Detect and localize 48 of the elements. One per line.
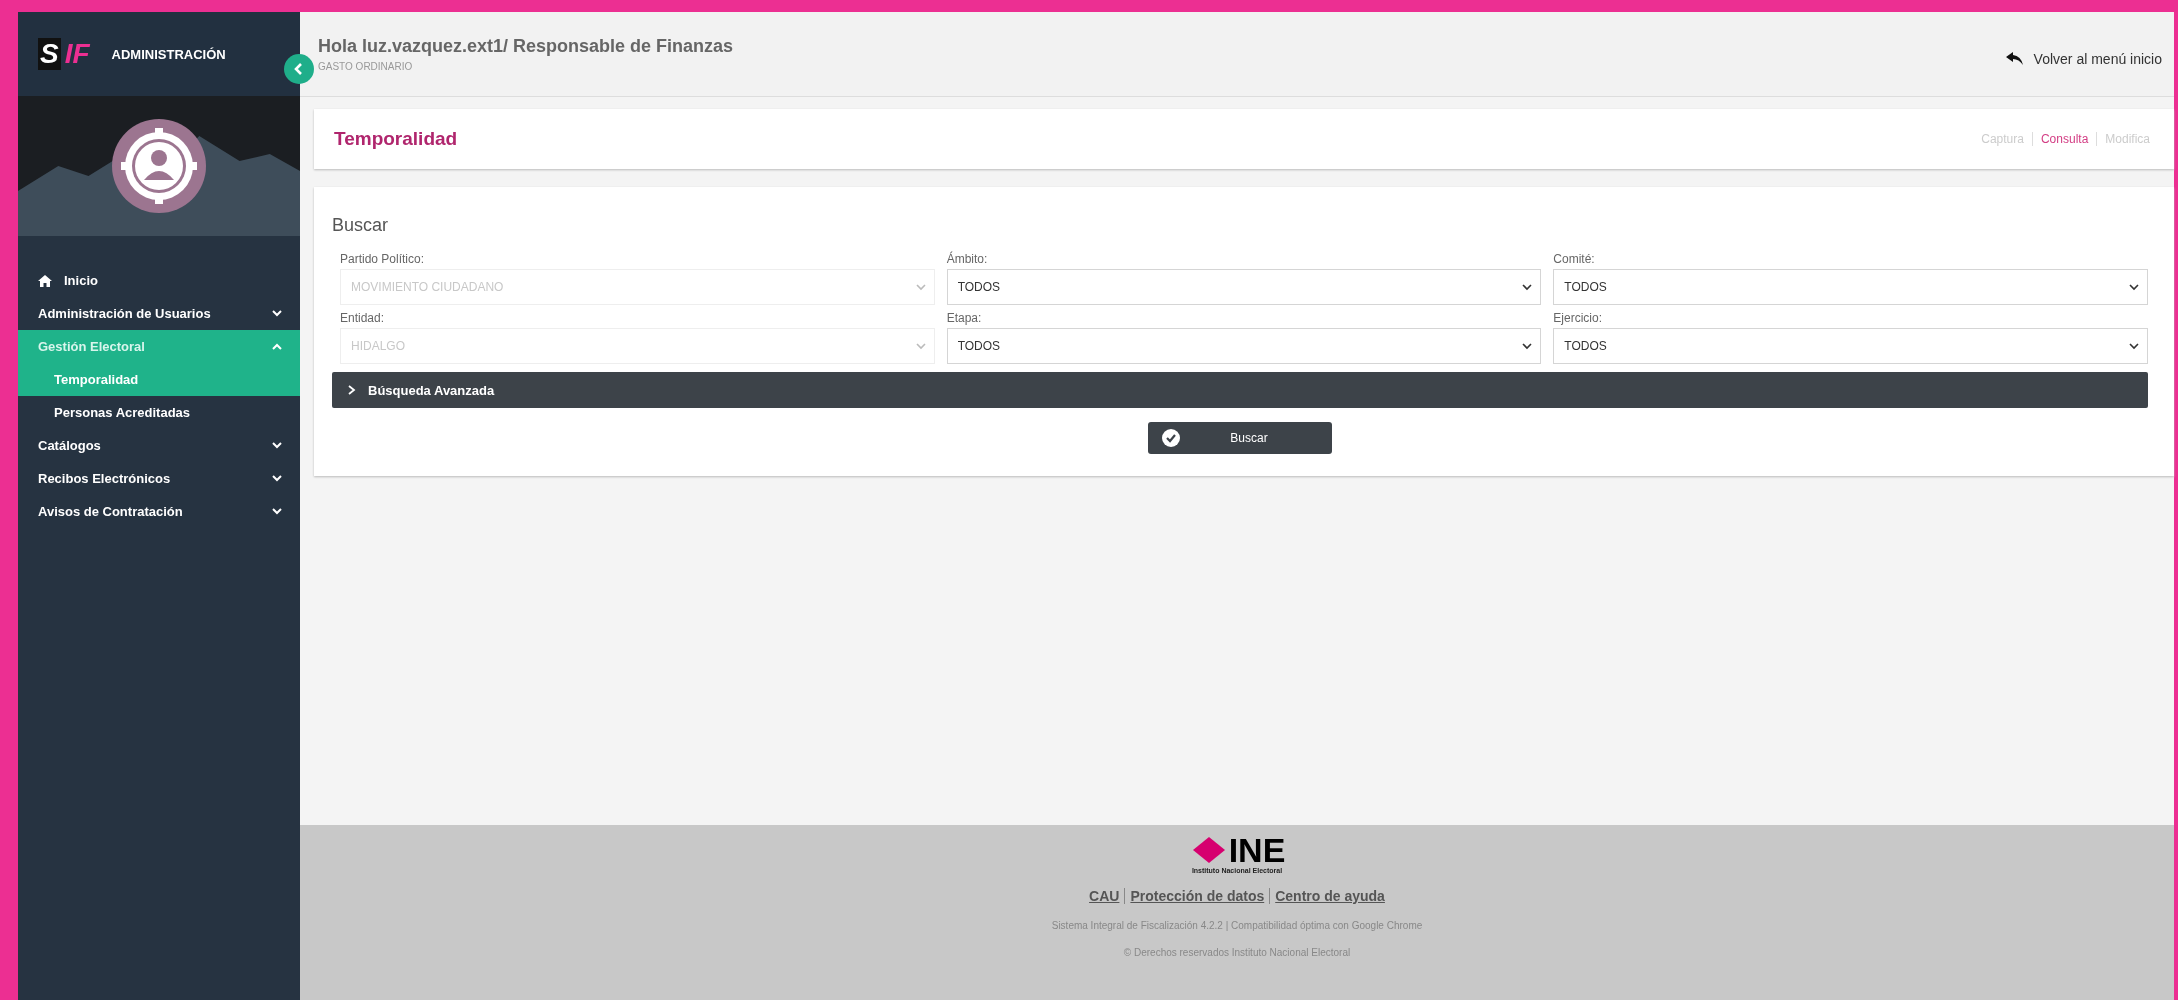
footer-link[interactable]: Protección de datos bbox=[1124, 888, 1270, 904]
chevron-down-icon bbox=[915, 283, 926, 291]
chevron-down-icon bbox=[2129, 342, 2139, 350]
user-gear-avatar-icon bbox=[111, 118, 207, 214]
chevron-down-icon bbox=[272, 508, 282, 515]
field-label: Ámbito: bbox=[946, 252, 989, 266]
chevron-down-icon bbox=[1522, 342, 1533, 350]
submenu-item[interactable]: Personas Acreditadas bbox=[18, 396, 300, 429]
footer-link[interactable]: Centro de ayuda bbox=[1269, 888, 1390, 904]
field-label: Etapa: bbox=[946, 311, 983, 325]
chevron-down-icon bbox=[272, 442, 282, 449]
field-label: Comité: bbox=[1553, 252, 1596, 266]
home-icon bbox=[38, 274, 52, 287]
back-link[interactable]: Volver al menú inicio bbox=[2005, 51, 2162, 67]
menu-item[interactable]: Avisos de Contratación bbox=[18, 495, 300, 528]
page-title: Temporalidad bbox=[334, 128, 458, 150]
footer-link[interactable]: CAU bbox=[1084, 888, 1125, 904]
chevron-right-icon bbox=[348, 385, 356, 395]
chevron-down-icon bbox=[272, 310, 282, 317]
menu-item[interactable]: Administración de Usuarios bbox=[18, 297, 300, 330]
advanced-search-bar[interactable]: Búsqueda Avanzada bbox=[332, 372, 2148, 408]
chevron-down-icon bbox=[915, 342, 926, 350]
app-title: ADMINISTRACIÓN bbox=[111, 46, 226, 62]
field-label: Entidad: bbox=[340, 311, 386, 325]
budget-type: GASTO ORDINARIO bbox=[318, 61, 414, 72]
section-title: Buscar bbox=[332, 215, 390, 236]
chevron-down-icon bbox=[1522, 283, 1533, 291]
field-label: Partido Político: bbox=[340, 252, 426, 266]
chevron-down-icon bbox=[2129, 283, 2139, 291]
copyright-note: © Derechos reservados Instituto Nacional Electoral bbox=[1123, 947, 1351, 958]
version-note: Sistema Integral de Fiscalización 4.2.2 | Compatibilidad óptima con Google Chrome bbox=[1051, 920, 1423, 931]
dropdown-field[interactable]: TODOS bbox=[1553, 328, 2148, 364]
logo: S IF bbox=[38, 38, 90, 70]
field-label: Ejercicio: bbox=[1553, 311, 1603, 325]
dropdown-field[interactable]: TODOS bbox=[1553, 269, 2148, 305]
chevron-down-icon bbox=[272, 475, 282, 482]
chevron-up-icon bbox=[272, 343, 282, 350]
menu-item[interactable]: Inicio bbox=[18, 264, 300, 297]
collapse-button[interactable] bbox=[284, 54, 314, 84]
search-button[interactable]: Buscar bbox=[1148, 422, 1332, 454]
menu-item[interactable]: Catálogos bbox=[18, 429, 300, 462]
check-circle-icon bbox=[1162, 429, 1180, 447]
dropdown-field[interactable]: TODOS bbox=[946, 269, 1542, 305]
user-greeting: Hola luz.vazquez.ext1/ Responsable de Finanzas bbox=[318, 36, 734, 57]
menu-item[interactable]: Recibos Electrónicos bbox=[18, 462, 300, 495]
dropdown-field[interactable]: TODOS bbox=[946, 328, 1542, 364]
reply-arrow-icon bbox=[2005, 52, 2024, 66]
mode-tab[interactable]: Consulta bbox=[2031, 132, 2097, 146]
